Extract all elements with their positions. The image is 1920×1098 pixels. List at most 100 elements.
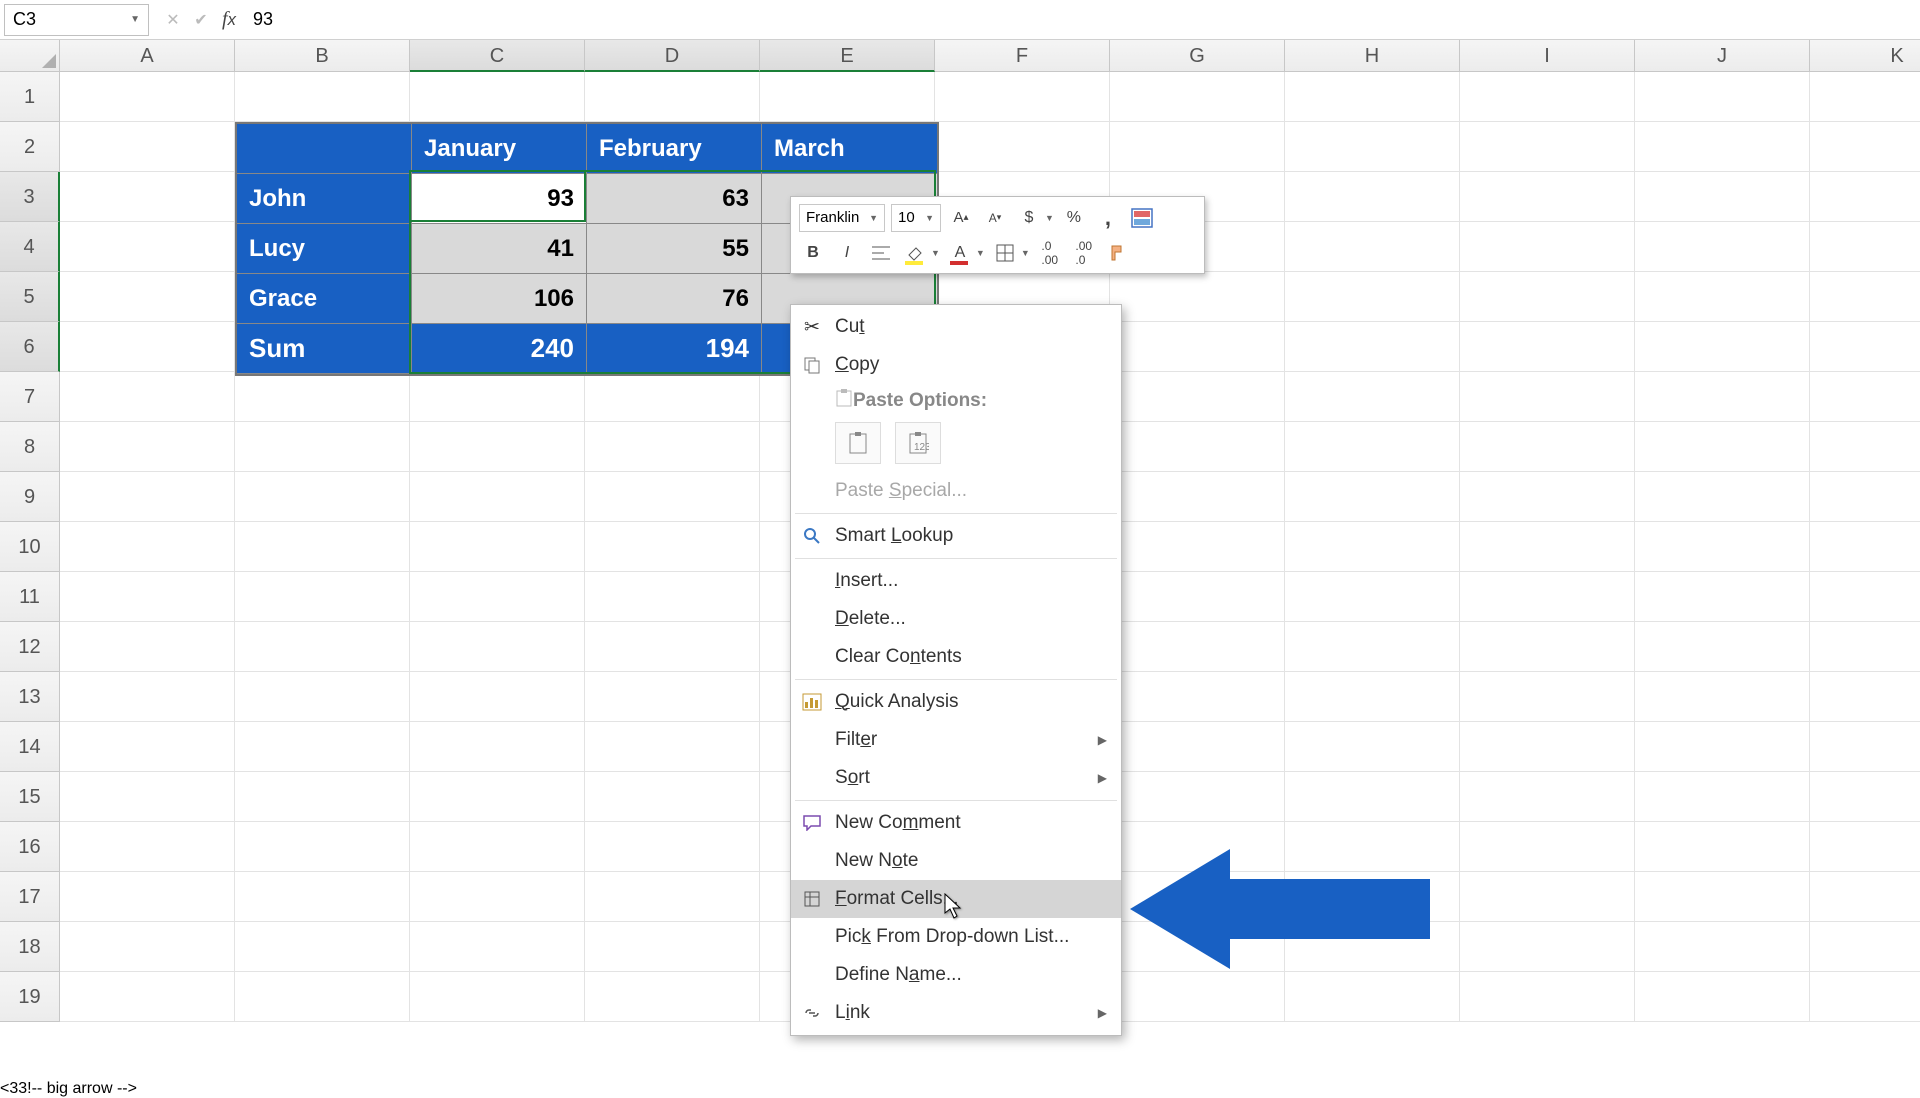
row-header[interactable]: 12 [0, 622, 60, 672]
cell[interactable] [1460, 222, 1635, 272]
cell[interactable] [410, 622, 585, 672]
cell[interactable] [235, 72, 410, 122]
cell[interactable] [585, 722, 760, 772]
cell[interactable] [1285, 522, 1460, 572]
percent-button[interactable]: % [1060, 204, 1088, 232]
row-header[interactable]: 11 [0, 572, 60, 622]
cell[interactable] [1635, 372, 1810, 422]
cell[interactable] [1810, 972, 1920, 1022]
borders-button[interactable] [991, 239, 1019, 267]
cell[interactable] [1460, 722, 1635, 772]
cell[interactable] [235, 672, 410, 722]
cell[interactable] [235, 622, 410, 672]
cell[interactable] [410, 972, 585, 1022]
menu-delete[interactable]: Delete...Delete... [791, 600, 1121, 638]
cell[interactable] [60, 472, 235, 522]
cell[interactable] [1460, 372, 1635, 422]
cell[interactable] [60, 72, 235, 122]
row-header[interactable]: 17 [0, 872, 60, 922]
cell[interactable] [585, 72, 760, 122]
cell[interactable] [1460, 822, 1635, 872]
cell[interactable] [1460, 622, 1635, 672]
menu-filter[interactable]: FilterFilter ▶ [791, 721, 1121, 759]
cell[interactable] [60, 372, 235, 422]
select-all-corner[interactable] [0, 40, 60, 72]
cell[interactable] [1810, 322, 1920, 372]
bold-button[interactable]: B [799, 239, 827, 267]
cell[interactable] [1810, 822, 1920, 872]
cell[interactable] [585, 772, 760, 822]
cell[interactable] [1285, 822, 1460, 872]
cell[interactable] [1285, 322, 1460, 372]
cell[interactable] [1635, 322, 1810, 372]
decrease-font-icon[interactable]: A▾ [981, 204, 1009, 232]
menu-link[interactable]: LinkLink ▶ [791, 994, 1121, 1032]
row-header[interactable]: 18 [0, 922, 60, 972]
cell[interactable] [410, 722, 585, 772]
cell[interactable] [1635, 472, 1810, 522]
cell[interactable] [1810, 222, 1920, 272]
menu-format-cells[interactable]: Format Cells...Format Cells... [791, 880, 1121, 918]
cell[interactable] [60, 922, 235, 972]
cell[interactable] [1110, 422, 1285, 472]
cell[interactable] [1635, 872, 1810, 922]
format-painter-icon[interactable] [1104, 239, 1132, 267]
font-size-dropdown[interactable]: 10 ▼ [891, 204, 941, 232]
column-header[interactable]: G [1110, 40, 1285, 72]
cell[interactable] [1285, 72, 1460, 122]
cell[interactable] [1460, 872, 1635, 922]
cell[interactable] [1110, 972, 1285, 1022]
menu-new-note[interactable]: New NoteNew Note [791, 842, 1121, 880]
cell[interactable] [1635, 622, 1810, 672]
increase-font-icon[interactable]: A▴ [947, 204, 975, 232]
menu-new-comment[interactable]: New CommentNew Comment [791, 804, 1121, 842]
cell[interactable] [1460, 422, 1635, 472]
cell[interactable] [1285, 672, 1460, 722]
cell[interactable] [1460, 72, 1635, 122]
cell[interactable] [410, 922, 585, 972]
cell[interactable] [585, 422, 760, 472]
cell[interactable] [1635, 772, 1810, 822]
cell[interactable] [235, 972, 410, 1022]
column-header[interactable]: A [60, 40, 235, 72]
cell[interactable] [1110, 672, 1285, 722]
cell[interactable] [60, 222, 235, 272]
cell[interactable] [1285, 372, 1460, 422]
column-header[interactable]: E [760, 40, 935, 72]
cell[interactable] [1460, 972, 1635, 1022]
cell[interactable] [1285, 422, 1460, 472]
cell[interactable] [1285, 172, 1460, 222]
column-header[interactable]: K [1810, 40, 1920, 72]
paste-values-button[interactable]: 123 [895, 422, 941, 464]
cell[interactable] [235, 472, 410, 522]
cell[interactable] [1635, 172, 1810, 222]
cell[interactable] [235, 372, 410, 422]
cell[interactable] [1110, 272, 1285, 322]
cell[interactable] [235, 772, 410, 822]
row-header[interactable]: 4 [0, 222, 60, 272]
cell[interactable] [60, 622, 235, 672]
cell[interactable] [60, 322, 235, 372]
row-header[interactable]: 6 [0, 322, 60, 372]
column-header[interactable]: D [585, 40, 760, 72]
cell[interactable] [1460, 672, 1635, 722]
row-header[interactable]: 5 [0, 272, 60, 322]
cell[interactable] [60, 772, 235, 822]
cell[interactable] [1810, 572, 1920, 622]
column-header[interactable]: H [1285, 40, 1460, 72]
cell[interactable] [60, 822, 235, 872]
cell[interactable] [410, 672, 585, 722]
cell[interactable] [1285, 972, 1460, 1022]
cell[interactable] [585, 822, 760, 872]
fx-icon[interactable]: fx [215, 5, 243, 35]
cell[interactable] [1635, 922, 1810, 972]
cell[interactable] [1460, 572, 1635, 622]
cell[interactable] [1635, 122, 1810, 172]
cell[interactable] [1810, 272, 1920, 322]
cell[interactable] [1810, 472, 1920, 522]
cell[interactable] [1285, 122, 1460, 172]
cell[interactable] [585, 622, 760, 672]
cell[interactable] [1460, 772, 1635, 822]
cell[interactable] [1110, 122, 1285, 172]
cell[interactable] [410, 822, 585, 872]
